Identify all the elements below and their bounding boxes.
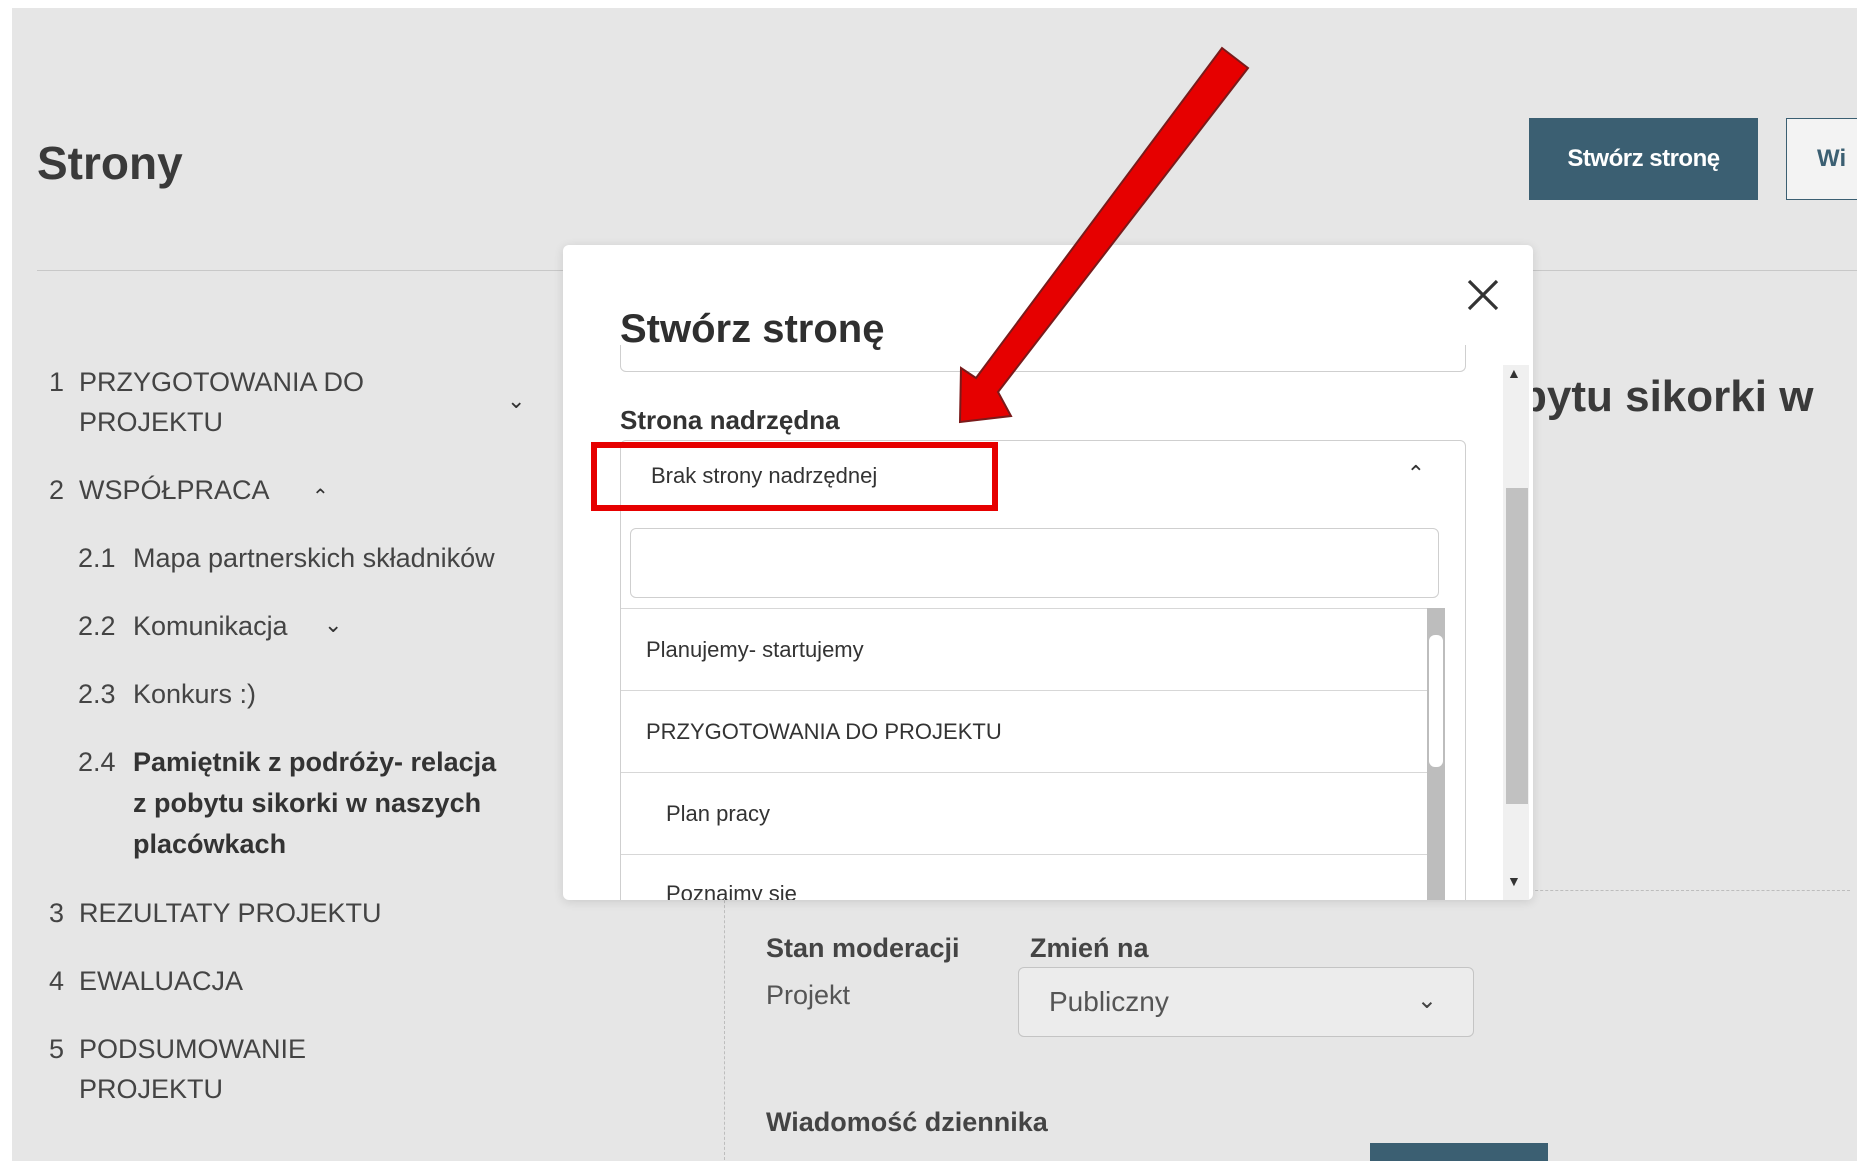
nav-item-number: 4 (49, 966, 65, 996)
create-page-button[interactable]: Stwórz stronę (1529, 118, 1758, 200)
moderation-label: Stan moderacji (766, 933, 960, 963)
dropdown-scrollbar-thumb[interactable] (1429, 635, 1443, 767)
nav-item-number: 2.3 (78, 679, 116, 709)
parent-page-selected: Brak strony nadrzędnej (651, 463, 878, 488)
nav-item-label: REZULTATY PROJEKTU (79, 898, 382, 928)
nav-item-label: PRZYGOTOWANIA DO (79, 367, 365, 397)
nav-item-label: EWALUACJA (79, 966, 244, 996)
chevron-up-icon[interactable]: ⌃ (312, 484, 329, 509)
nav-item-label: Komunikacja (133, 611, 288, 641)
nav-item-label-line3: placówkach (133, 829, 287, 859)
scroll-up-icon[interactable]: ▲ (1507, 365, 1521, 381)
close-icon[interactable] (1463, 275, 1503, 315)
parent-page-dropdown: Planujemy- startujemy PRZYGOTOWANIA DO P… (620, 511, 1466, 900)
content-divider-vertical (724, 890, 725, 1160)
partial-button[interactable] (1370, 1143, 1548, 1161)
chevron-down-icon[interactable]: ⌄ (324, 612, 342, 638)
scroll-down-icon[interactable]: ▼ (1507, 873, 1521, 889)
nav-item-label-line2: PROJEKTU (79, 1074, 224, 1104)
dropdown-option[interactable]: Plan pracy (621, 772, 1427, 854)
chevron-up-icon: ⌃ (1406, 461, 1425, 486)
nav-item-label-line2: PROJEKTU (79, 407, 224, 437)
nav-item-number: 2.4 (78, 747, 116, 777)
content-title: bytu sikorki w (1520, 372, 1814, 421)
moderation-value: Projekt (766, 980, 851, 1010)
dropdown-option[interactable]: Poznajmy się (621, 854, 1427, 900)
parent-page-select[interactable]: Brak strony nadrzędnej ⌃ (620, 440, 1466, 512)
nav-item-number: 2 (49, 475, 65, 505)
dropdown-search-input[interactable] (630, 528, 1439, 598)
page-title: Strony (37, 137, 183, 189)
nav-item-label: Mapa partnerskich składników (133, 543, 495, 573)
previous-field-edge (620, 345, 1466, 372)
nav-item-label: PODSUMOWANIE (79, 1034, 307, 1064)
nav-item-number: 2.1 (78, 543, 116, 573)
nav-item-number: 3 (49, 898, 65, 928)
modal-scrollbar-thumb[interactable] (1506, 488, 1528, 804)
nav-item-number: 2.2 (78, 611, 116, 641)
nav-item-number: 5 (49, 1034, 65, 1064)
parent-page-label: Strona nadrzędna (620, 405, 840, 435)
nav-item-label: Konkurs :) (133, 679, 257, 709)
nav-item-number: 1 (49, 367, 65, 397)
change-to-label: Zmień na (1030, 933, 1149, 963)
log-message-label: Wiadomość dziennika (766, 1107, 1048, 1137)
dropdown-option[interactable]: PRZYGOTOWANIA DO PROJEKTU (621, 690, 1427, 772)
nav-item-label: Pamiętnik z podróży- relacja (133, 747, 497, 777)
nav-item-label: WSPÓŁPRACA (79, 475, 270, 505)
chevron-down-icon[interactable]: ⌄ (507, 388, 525, 414)
chevron-down-icon: ⌄ (1416, 987, 1437, 1014)
dropdown-option[interactable]: Planujemy- startujemy (621, 608, 1427, 690)
content-divider-horizontal (1510, 890, 1850, 891)
secondary-header-button[interactable]: Wi (1786, 118, 1857, 200)
create-page-modal: Stwórz stronę Strona nadrzędna Brak stro… (563, 245, 1533, 900)
moderation-state-select[interactable]: Publiczny ⌄ (1018, 967, 1474, 1037)
select-value: Publiczny (1049, 986, 1169, 1017)
nav-item-label-line2: z pobytu sikorki w naszych (133, 788, 482, 818)
